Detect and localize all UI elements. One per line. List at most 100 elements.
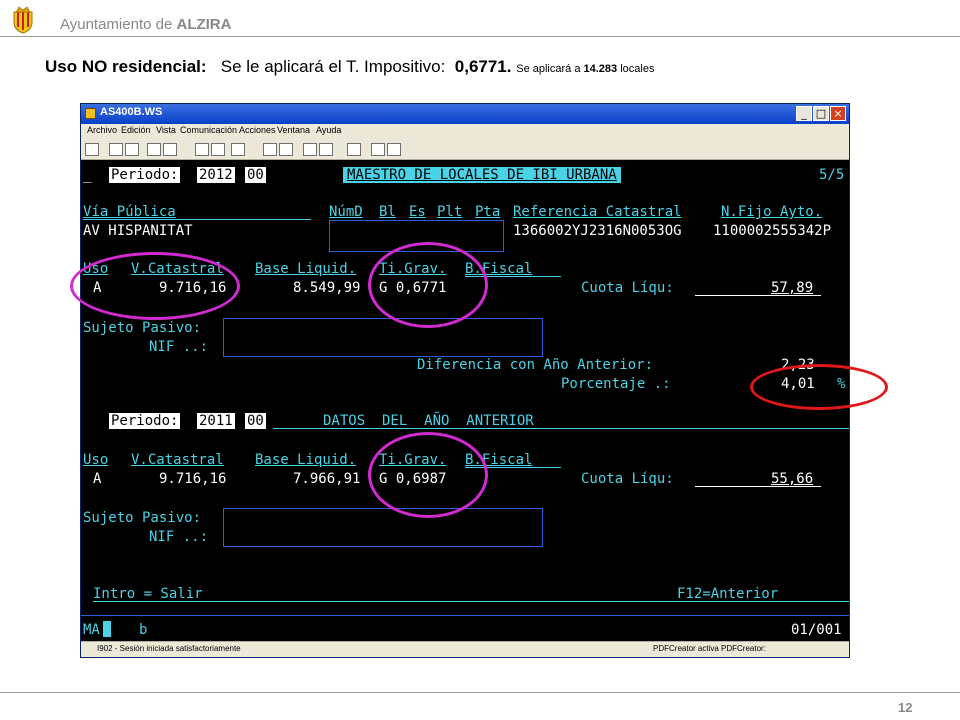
prev-cuota-underline [695, 486, 821, 487]
prev-cuota-value: 55,66 [771, 471, 814, 487]
cursor-position: 01/001 [791, 622, 842, 638]
cuota-label: Cuota Líqu: [581, 280, 674, 296]
minimize-button[interactable]: _ [796, 106, 812, 121]
heading-text: Se le aplicará el T. Impositivo: [220, 57, 446, 76]
nif-label: NIF ..: [149, 339, 209, 355]
prev-col-header-base-liquid: Base Liquid. [255, 452, 357, 468]
window-title: AS400B.WS [100, 106, 163, 118]
keyboard-icon[interactable] [231, 143, 245, 156]
status-bar: I902 - Sesión iniciada satisfactoriament… [81, 641, 849, 657]
intro-salir-key[interactable]: Intro = Salir [93, 586, 203, 602]
heading-small-count: 14.283 [583, 63, 618, 75]
menu-ventana[interactable]: Ventana [277, 125, 310, 135]
nfijo-value: 1100002555342P [713, 223, 832, 239]
cuota-underline [695, 295, 821, 296]
terminal-cursor: _ [83, 167, 92, 183]
col-header-base-liquid: Base Liquid. [255, 261, 357, 277]
menu-vista[interactable]: Vista [156, 125, 176, 135]
oia-divider [81, 615, 849, 616]
col-underline [83, 219, 311, 220]
prev-period-code: 00 [245, 413, 266, 429]
menu-ayuda[interactable]: Ayuda [316, 125, 341, 135]
col-header-nfijo: N.Fijo Ayto. [721, 204, 823, 220]
send-icon[interactable] [147, 143, 161, 156]
receive-icon[interactable] [163, 143, 177, 156]
organization-name: Ayuntamiento de ALZIRA [60, 16, 231, 33]
settings-icon[interactable] [211, 143, 225, 156]
annotation-circle-porcentaje [750, 364, 888, 410]
col-header-plt: Plt [437, 204, 463, 220]
menu-acciones[interactable]: Acciones [239, 125, 276, 135]
menu-comunicacion[interactable]: Comunicación [180, 125, 237, 135]
app-icon [85, 108, 96, 119]
display-icon[interactable] [195, 143, 209, 156]
via-publica-value: AV HISPANITAT [83, 223, 193, 239]
sujeto-pasivo-field[interactable] [223, 318, 543, 357]
heading-small-prefix: Se aplicará a [516, 63, 584, 75]
heading-label: Uso NO residencial: [45, 57, 207, 76]
annotation-circle-uso-vcatastral [70, 252, 240, 320]
oia-indicator: b [139, 622, 148, 638]
org-prefix: Ayuntamiento de [60, 16, 177, 33]
col-header-ref-catastral: Referencia Catastral [513, 204, 682, 220]
ref-catastral-value: 1366002YJ2316N0053OG [513, 223, 682, 239]
globe-icon[interactable] [371, 143, 385, 156]
col-header-numd: NúmD [329, 204, 363, 220]
base-liquid-value: 8.549,99 [293, 280, 361, 296]
page-indicator: 5/5 [819, 167, 845, 183]
notes-icon[interactable] [347, 143, 361, 156]
page-number: 12 [898, 700, 913, 715]
heading-rate: 0,6771. [454, 57, 512, 76]
copy-icon[interactable] [109, 143, 123, 156]
prev-nif-label: NIF ..: [149, 529, 209, 545]
menu-edicion[interactable]: Edición [121, 125, 151, 135]
prev-col-header-vcatastral: V.Catastral [131, 452, 224, 468]
print-icon[interactable] [85, 143, 99, 156]
col-header-pta: Pta [475, 204, 501, 220]
city-crest-icon [13, 6, 33, 34]
diferencia-label: Diferencia con Año Anterior: [417, 357, 654, 373]
maximize-button[interactable]: □ [813, 106, 829, 121]
prev-cuota-label: Cuota Líqu: [581, 471, 674, 487]
porcentaje-label: Porcentaje .: [561, 376, 671, 392]
terminal-screen[interactable]: _ Periodo: 2012 00 MAESTRO DE LOCALES DE… [81, 160, 849, 641]
prev-sujeto-pasivo-field[interactable] [223, 508, 543, 547]
period-code-field[interactable]: 00 [245, 167, 266, 183]
prev-base-liquid-value: 7.966,91 [293, 471, 361, 487]
period-year-field[interactable]: 2012 [197, 167, 235, 183]
help-icon[interactable] [387, 143, 401, 156]
paste-icon[interactable] [125, 143, 139, 156]
transfer-up-icon[interactable] [303, 143, 317, 156]
window-titlebar[interactable]: AS400B.WS _ □ × [81, 104, 849, 124]
prev-period-year: 2011 [197, 413, 235, 429]
toolbar [81, 140, 849, 160]
annotation-circle-tigrav-2011 [368, 432, 488, 518]
footer-divider [0, 692, 960, 693]
prev-col-header-uso: Uso [83, 452, 109, 468]
org-name: ALZIRA [176, 16, 232, 33]
oia-cursor-block [103, 621, 111, 637]
menu-archivo[interactable]: Archivo [87, 125, 117, 135]
slide-heading: Uso NO residencial: Se le aplicará el T.… [45, 57, 654, 77]
heading-small-suffix: locales [617, 63, 655, 75]
sujeto-pasivo-label: Sujeto Pasivo: [83, 320, 202, 336]
col-header-via-publica: Vía Pública [83, 204, 176, 220]
annotation-circle-tigrav-2012 [368, 242, 488, 328]
prev-title: DATOS DEL AÑO ANTERIOR [323, 413, 534, 429]
cuota-value: 57,89 [771, 280, 814, 296]
prev-sujeto-pasivo-label: Sujeto Pasivo: [83, 510, 202, 526]
macro-play-icon[interactable] [279, 143, 293, 156]
period-label: Periodo: [109, 167, 181, 183]
menu-bar: Archivo Edición Vista Comunicación Accio… [81, 124, 849, 140]
header-divider [0, 36, 960, 37]
transfer-down-icon[interactable] [319, 143, 333, 156]
macro-record-icon[interactable] [263, 143, 277, 156]
pdfcreator-status: PDFCreator activa PDFCreator: [653, 644, 766, 653]
f12-anterior-key[interactable]: F12=Anterior [677, 586, 778, 602]
oia-mode: MA [83, 622, 100, 638]
prev-vcatastral-value: 9.716,16 [159, 471, 227, 487]
close-button[interactable]: × [830, 106, 846, 121]
session-status: I902 - Sesión iniciada satisfactoriament… [97, 644, 241, 653]
prev-uso-value: A [93, 471, 102, 487]
terminal-window: AS400B.WS _ □ × Archivo Edición Vista Co… [80, 103, 850, 658]
